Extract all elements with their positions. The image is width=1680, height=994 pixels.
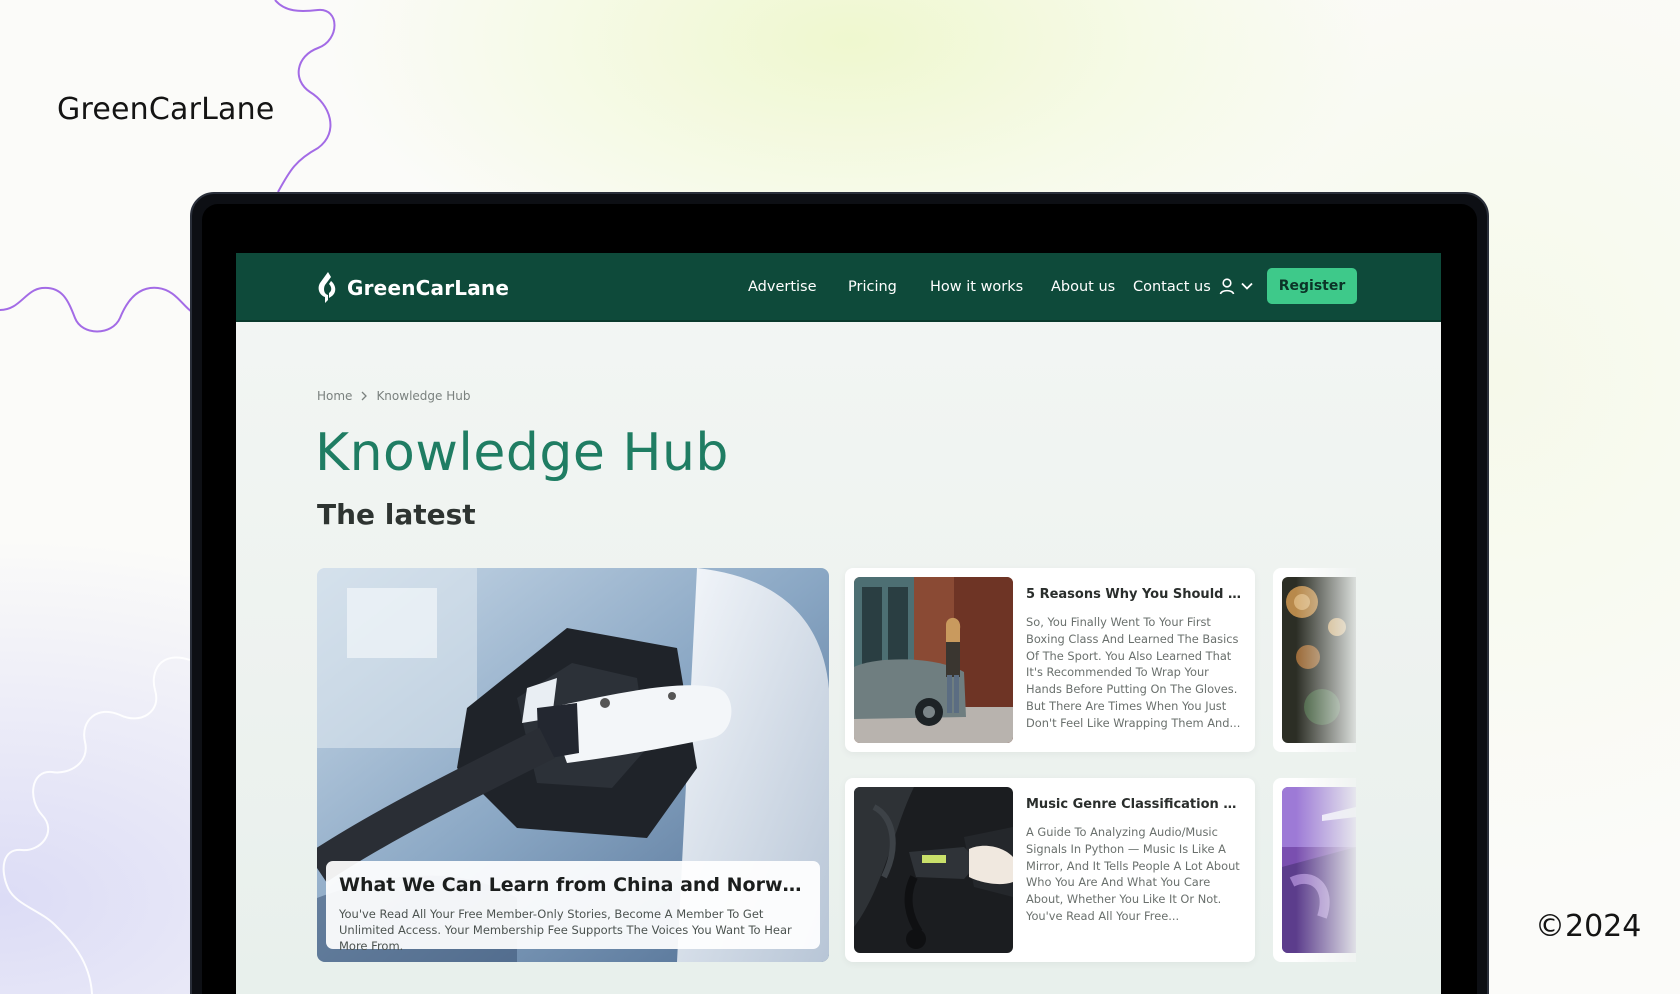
nav-pricing[interactable]: Pricing: [848, 279, 897, 295]
user-menu[interactable]: [1218, 277, 1254, 295]
article-card[interactable]: Music Genre Classification With... A Gui…: [845, 778, 1255, 962]
article-card-peek[interactable]: [1273, 778, 1356, 962]
brand-name: GreenCarLane: [57, 92, 275, 127]
section-title: The latest: [317, 498, 476, 531]
article-description: So, You Finally Went To Your First Boxin…: [1026, 615, 1241, 730]
register-button[interactable]: Register: [1267, 268, 1357, 304]
peek-fade: [1296, 778, 1356, 962]
user-icon: [1219, 278, 1235, 295]
article-title[interactable]: Music Genre Classification With...: [1026, 797, 1241, 812]
top-navbar: GreenCarLane Advertise Pricing How it wo…: [236, 253, 1441, 322]
article-card[interactable]: 5 Reasons Why You Should Wrap... So, You…: [845, 568, 1255, 752]
article-card-peek[interactable]: [1273, 568, 1356, 752]
featured-caption: What We Can Learn from China and Norway'…: [326, 861, 820, 953]
logo-text: GreenCarLane: [347, 276, 510, 300]
article-title[interactable]: 5 Reasons Why You Should Wrap...: [1026, 587, 1241, 602]
nav-about-us[interactable]: About us: [1051, 279, 1115, 295]
breadcrumb-current: Knowledge Hub: [376, 389, 471, 403]
nav-contact-us[interactable]: Contact us: [1133, 279, 1211, 295]
nav-how-it-works[interactable]: How it works: [930, 279, 1023, 295]
charging-plug-hand-image: [854, 787, 1013, 953]
website-screen: GreenCarLane Advertise Pricing How it wo…: [236, 253, 1441, 994]
article-thumbnail: [854, 577, 1013, 743]
copyright-text: ©2024: [1535, 909, 1642, 944]
page-title: Knowledge Hub: [315, 423, 729, 483]
featured-title[interactable]: What We Can Learn from China and Norway'…: [339, 874, 807, 896]
site-logo[interactable]: GreenCarLane: [317, 271, 509, 305]
article-thumbnail: [854, 787, 1013, 953]
woman-with-car-image: [854, 577, 1013, 743]
chevron-right-icon: [361, 391, 368, 401]
breadcrumb: Home Knowledge Hub: [317, 389, 470, 403]
article-description: A Guide To Analyzing Audio/Music Signals…: [1026, 825, 1240, 923]
leaf-logo-icon: [318, 272, 336, 303]
peek-fade: [1296, 568, 1356, 752]
chevron-down-icon: [1241, 282, 1253, 290]
featured-description: You've Read All Your Free Member-Only St…: [339, 907, 792, 953]
breadcrumb-home[interactable]: Home: [317, 389, 352, 403]
nav-advertise[interactable]: Advertise: [748, 279, 817, 295]
featured-article-card[interactable]: What We Can Learn from China and Norway'…: [317, 568, 829, 962]
